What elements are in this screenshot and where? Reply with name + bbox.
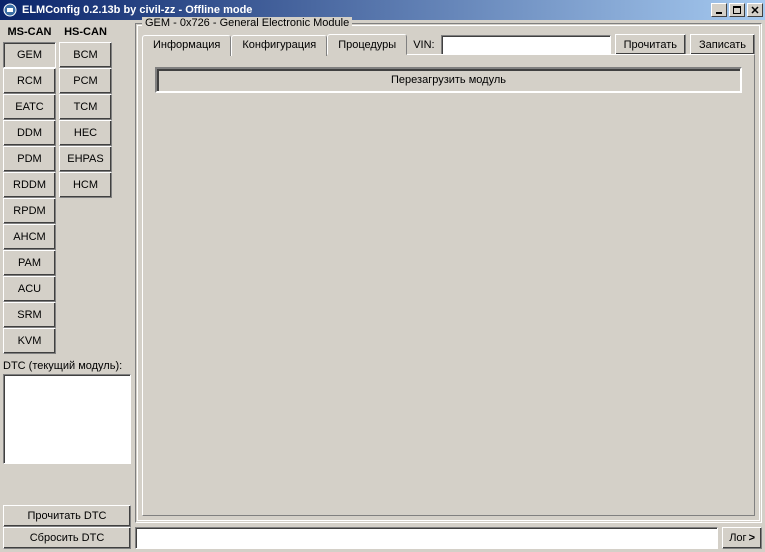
tab-info[interactable]: Информация <box>142 35 231 56</box>
module-button-bcm[interactable]: BCM <box>59 42 112 68</box>
module-button-kvm[interactable]: KVM <box>3 328 56 354</box>
module-button-gem[interactable]: GEM <box>3 42 56 68</box>
close-button[interactable] <box>747 3 763 17</box>
maximize-button[interactable] <box>729 3 745 17</box>
dtc-label: DTC (текущий модуль): <box>3 358 131 374</box>
titlebar: ELMConfig 0.2.13b by civil-zz - Offline … <box>0 0 765 20</box>
module-button-ehpas[interactable]: EHPAS <box>59 146 112 172</box>
read-button[interactable]: Прочитать <box>615 34 686 55</box>
hs-can-column: HS-CAN BCMPCMTCMHECEHPASHCM <box>59 23 112 354</box>
log-button[interactable]: Лог > <box>722 527 762 549</box>
module-button-ddm[interactable]: DDM <box>3 120 56 146</box>
module-button-rpdm[interactable]: RPDM <box>3 198 56 224</box>
write-button[interactable]: Записать <box>690 34 755 55</box>
module-button-tcm[interactable]: TCM <box>59 94 112 120</box>
window-title: ELMConfig 0.2.13b by civil-zz - Offline … <box>22 4 711 16</box>
module-button-ahcm[interactable]: AHCM <box>3 224 56 250</box>
status-input[interactable] <box>135 527 718 549</box>
module-button-hcm[interactable]: HCM <box>59 172 112 198</box>
tab-config[interactable]: Конфигурация <box>231 35 327 56</box>
ms-can-column: MS-CAN GEMRCMEATCDDMPDMRDDMRPDMAHCMPAMAC… <box>3 23 56 354</box>
module-button-rcm[interactable]: RCM <box>3 68 56 94</box>
vin-input[interactable] <box>441 35 611 55</box>
dtc-listbox[interactable] <box>3 374 131 464</box>
left-panel: MS-CAN GEMRCMEATCDDMPDMRDDMRPDMAHCMPAMAC… <box>3 23 131 549</box>
tab-content: Перезагрузить модуль <box>142 54 755 516</box>
reset-dtc-button[interactable]: Сбросить DTC <box>3 527 131 549</box>
module-button-pam[interactable]: PAM <box>3 250 56 276</box>
main-panel: GEM - 0x726 - General Electronic Module … <box>135 23 762 549</box>
module-button-srm[interactable]: SRM <box>3 302 56 328</box>
tab-bar: Информация Конфигурация Процедуры <box>142 34 407 55</box>
hs-can-header: HS-CAN <box>64 23 107 42</box>
tab-procedures[interactable]: Процедуры <box>327 34 407 55</box>
groupbox-title: GEM - 0x726 - General Electronic Module <box>142 17 352 29</box>
module-groupbox: GEM - 0x726 - General Electronic Module … <box>135 23 762 523</box>
module-button-pdm[interactable]: PDM <box>3 146 56 172</box>
ms-can-header: MS-CAN <box>8 23 52 42</box>
module-button-pcm[interactable]: PCM <box>59 68 112 94</box>
chevron-right-icon: > <box>749 532 755 544</box>
module-button-eatc[interactable]: EATC <box>3 94 56 120</box>
vin-label: VIN: <box>411 39 436 51</box>
minimize-button[interactable] <box>711 3 727 17</box>
reload-module-button[interactable]: Перезагрузить модуль <box>155 67 742 93</box>
read-dtc-button[interactable]: Прочитать DTC <box>3 505 131 527</box>
module-button-acu[interactable]: ACU <box>3 276 56 302</box>
module-button-rddm[interactable]: RDDM <box>3 172 56 198</box>
app-icon <box>2 2 18 18</box>
module-button-hec[interactable]: HEC <box>59 120 112 146</box>
